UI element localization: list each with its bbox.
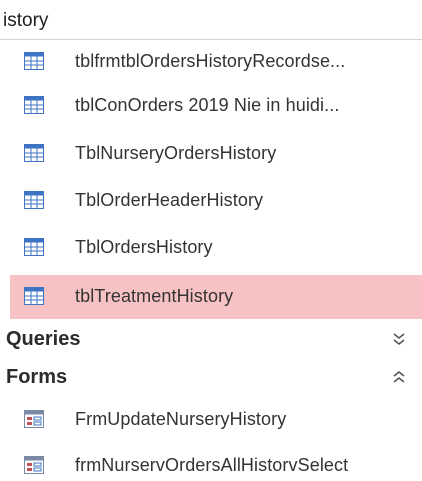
nav-item-label: TblNurseryOrdersHistory	[75, 143, 277, 163]
form-icon	[24, 410, 44, 428]
tables-group-header[interactable]: istory	[0, 0, 422, 40]
double-chevron-up-icon[interactable]	[392, 369, 406, 385]
nav-item-label: tblTreatmentHistory	[75, 286, 234, 306]
nav-item-table[interactable]: TblOrdersHistory	[0, 226, 422, 270]
nav-item-table[interactable]: tblfrmtblOrdersHistoryRecordse...	[0, 40, 422, 84]
double-chevron-down-icon[interactable]	[392, 331, 406, 347]
nav-item-table[interactable]: TblNurseryOrdersHistory	[0, 132, 422, 176]
nav-item-table-selected[interactable]: tblTreatmentHistory	[10, 275, 422, 319]
nav-item-label: TblOrdersHistory	[75, 237, 213, 257]
table-icon	[24, 52, 44, 70]
queries-group-header[interactable]: Queries	[0, 322, 422, 358]
table-icon	[24, 96, 44, 114]
nav-item-label: tblfrmtblOrdersHistoryRecordse...	[75, 51, 346, 71]
nav-item-form[interactable]: frmNurservOrdersAllHistorvSelect	[0, 444, 422, 481]
nav-item-label: FrmUpdateNurseryHistory	[75, 409, 287, 429]
nav-item-label: frmNurservOrdersAllHistorvSelect	[75, 455, 349, 475]
group-title: istory	[3, 10, 49, 31]
nav-item-form[interactable]: FrmUpdateNurseryHistory	[0, 398, 422, 442]
nav-item-table[interactable]: TblOrderHeaderHistory	[0, 179, 422, 223]
table-icon	[24, 191, 44, 209]
nav-item-table[interactable]: tblConOrders 2019 Nie in huidi...	[0, 84, 422, 128]
group-title: Queries	[6, 328, 81, 350]
navigation-pane: istory tblfrmtblOrdersHistoryRecordse...	[0, 0, 422, 481]
forms-group-header[interactable]: Forms	[0, 360, 422, 396]
nav-item-label: tblConOrders 2019 Nie in huidi...	[75, 95, 340, 115]
form-icon	[24, 456, 44, 474]
table-icon	[24, 238, 44, 256]
nav-item-label: TblOrderHeaderHistory	[75, 190, 264, 210]
group-title: Forms	[6, 366, 68, 388]
table-icon	[24, 144, 44, 162]
table-icon	[24, 287, 44, 305]
